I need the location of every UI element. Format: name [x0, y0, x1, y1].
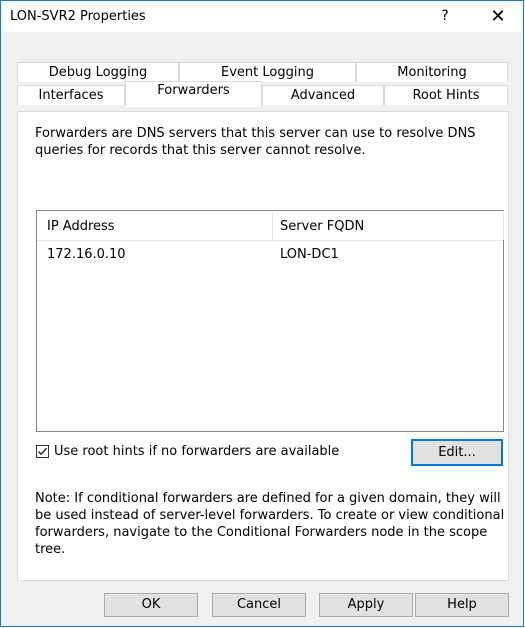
tab-debug-logging[interactable]: Debug Logging — [17, 62, 179, 82]
list-item[interactable]: 172.16.0.10 LON-DC1 — [37, 245, 503, 265]
conditional-forwarders-note: Note: If conditional forwarders are defi… — [35, 491, 505, 557]
column-server-fqdn[interactable]: Server FQDN — [280, 219, 364, 234]
tab-monitoring[interactable]: Monitoring — [356, 62, 508, 82]
forwarders-description: Forwarders are DNS servers that this ser… — [35, 126, 476, 158]
forwarder-ip: 172.16.0.10 — [47, 247, 126, 262]
help-button[interactable]: Help — [415, 593, 509, 617]
column-ip-address[interactable]: IP Address — [47, 219, 115, 234]
list-header: IP Address Server FQDN — [37, 211, 504, 241]
forwarder-fqdn: LON-DC1 — [280, 247, 339, 262]
help-icon[interactable]: ? — [422, 1, 468, 32]
column-divider[interactable] — [272, 211, 273, 240]
title-bar[interactable]: LON-SVR2 Properties ? ✕ — [1, 1, 523, 32]
checkmark-icon — [38, 447, 48, 456]
apply-button[interactable]: Apply — [319, 593, 413, 617]
close-icon[interactable]: ✕ — [475, 1, 521, 32]
forwarders-panel: Forwarders are DNS servers that this ser… — [17, 111, 509, 581]
properties-dialog: LON-SVR2 Properties ? ✕ Debug Logging Ev… — [0, 0, 524, 627]
cancel-button[interactable]: Cancel — [212, 593, 306, 617]
tab-event-logging[interactable]: Event Logging — [179, 62, 356, 82]
tab-forwarders[interactable]: Forwarders — [125, 81, 262, 107]
tab-interfaces[interactable]: Interfaces — [17, 85, 125, 105]
ok-button[interactable]: OK — [104, 593, 198, 617]
tab-root-hints[interactable]: Root Hints — [384, 85, 508, 105]
root-hints-label: Use root hints if no forwarders are avai… — [54, 444, 340, 459]
tab-advanced[interactable]: Advanced — [262, 85, 384, 105]
column-divider[interactable] — [503, 211, 504, 240]
root-hints-checkbox[interactable] — [36, 445, 49, 458]
window-title: LON-SVR2 Properties — [10, 9, 146, 24]
edit-button[interactable]: Edit... — [411, 439, 503, 466]
forwarders-list[interactable]: IP Address Server FQDN 172.16.0.10 LON-D… — [36, 210, 504, 432]
